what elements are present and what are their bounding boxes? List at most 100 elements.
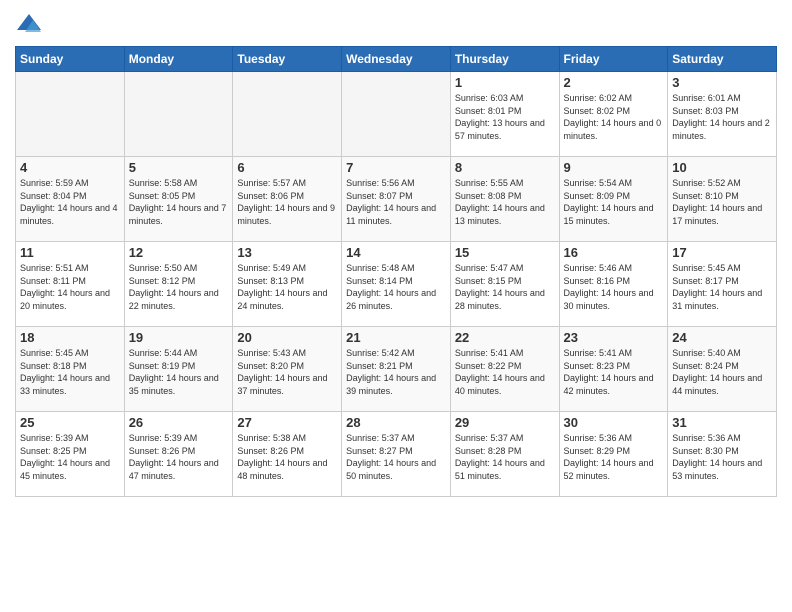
calendar-cell: 20Sunrise: 5:43 AMSunset: 8:20 PMDayligh… [233,327,342,412]
day-header-thursday: Thursday [450,47,559,72]
day-number: 23 [564,330,664,345]
day-info: Sunrise: 6:02 AMSunset: 8:02 PMDaylight:… [564,92,664,142]
calendar-cell: 12 Sunrise: 5:50 AMSunset: 8:12 PMDayligh… [124,242,233,327]
day-info: Sunrise: 5:40 AMSunset: 8:24 PMDaylight:… [672,347,772,397]
day-info: Sunrise: 5:50 AMSunset: 8:12 PMDaylight:… [129,262,229,312]
day-info: Sunrise: 5:41 AMSunset: 8:23 PMDaylight:… [564,347,664,397]
calendar-week-2: 4Sunrise: 5:59 AMSunset: 8:04 PMDaylight… [16,157,777,242]
day-number: 18 [20,330,120,345]
day-number: 22 [455,330,555,345]
calendar-cell: 18 Sunrise: 5:45 AMSunset: 8:18 PMDayligh… [16,327,125,412]
calendar-cell: 23 Sunrise: 5:41 AMSunset: 8:23 PMDayligh… [559,327,668,412]
day-info: Sunrise: 5:39 AMSunset: 8:25 PMDaylight:… [20,432,120,482]
calendar-cell [124,72,233,157]
day-header-monday: Monday [124,47,233,72]
day-number: 6 [237,160,337,175]
day-number: 30 [564,415,664,430]
day-number: 12 [129,245,229,260]
day-number: 5 [129,160,229,175]
calendar-cell: 16 Sunrise: 5:46 AMSunset: 8:16 PMDayligh… [559,242,668,327]
calendar-cell [233,72,342,157]
calendar-cell: 17 Sunrise: 5:45 AMSunset: 8:17 PMDayligh… [668,242,777,327]
day-info: Sunrise: 5:39 AMSunset: 8:26 PMDaylight:… [129,432,229,482]
calendar-cell: 22 Sunrise: 5:41 AMSunset: 8:22 PMDayligh… [450,327,559,412]
calendar-cell: 11 Sunrise: 5:51 AMSunset: 8:11 PMDayligh… [16,242,125,327]
logo [15,10,47,38]
calendar-cell: 24Sunrise: 5:40 AMSunset: 8:24 PMDayligh… [668,327,777,412]
day-header-sunday: Sunday [16,47,125,72]
day-number: 7 [346,160,446,175]
day-info: Sunrise: 5:36 AMSunset: 8:29 PMDaylight:… [564,432,664,482]
calendar-cell: 29 Sunrise: 5:37 AMSunset: 8:28 PMDayligh… [450,412,559,497]
calendar-week-1: 1Sunrise: 6:03 AMSunset: 8:01 PMDaylight… [16,72,777,157]
day-number: 16 [564,245,664,260]
calendar-cell: 31 Sunrise: 5:36 AMSunset: 8:30 PMDayligh… [668,412,777,497]
day-header-tuesday: Tuesday [233,47,342,72]
day-info: Sunrise: 5:36 AMSunset: 8:30 PMDaylight:… [672,432,772,482]
calendar-cell: 7 Sunrise: 5:56 AMSunset: 8:07 PMDaylight… [342,157,451,242]
calendar-header-row: SundayMondayTuesdayWednesdayThursdayFrid… [16,47,777,72]
calendar-cell: 27 Sunrise: 5:38 AMSunset: 8:26 PMDayligh… [233,412,342,497]
logo-icon [15,10,43,38]
day-info: Sunrise: 5:42 AMSunset: 8:21 PMDaylight:… [346,347,446,397]
day-header-friday: Friday [559,47,668,72]
day-header-wednesday: Wednesday [342,47,451,72]
calendar: SundayMondayTuesdayWednesdayThursdayFrid… [15,46,777,497]
day-number: 31 [672,415,772,430]
calendar-cell: 4Sunrise: 5:59 AMSunset: 8:04 PMDaylight… [16,157,125,242]
day-number: 21 [346,330,446,345]
day-info: Sunrise: 5:58 AMSunset: 8:05 PMDaylight:… [129,177,229,227]
calendar-cell: 6 Sunrise: 5:57 AMSunset: 8:06 PMDaylight… [233,157,342,242]
calendar-cell [16,72,125,157]
day-number: 9 [564,160,664,175]
day-number: 8 [455,160,555,175]
day-info: Sunrise: 5:56 AMSunset: 8:07 PMDaylight:… [346,177,446,227]
calendar-cell [342,72,451,157]
day-info: Sunrise: 5:59 AMSunset: 8:04 PMDaylight:… [20,177,120,227]
day-info: Sunrise: 6:01 AMSunset: 8:03 PMDaylight:… [672,92,772,142]
day-number: 17 [672,245,772,260]
day-number: 27 [237,415,337,430]
day-number: 15 [455,245,555,260]
day-info: Sunrise: 5:52 AMSunset: 8:10 PMDaylight:… [672,177,772,227]
calendar-cell: 28 Sunrise: 5:37 AMSunset: 8:27 PMDayligh… [342,412,451,497]
day-info: Sunrise: 5:45 AMSunset: 8:18 PMDaylight:… [20,347,120,397]
calendar-cell: 21 Sunrise: 5:42 AMSunset: 8:21 PMDayligh… [342,327,451,412]
calendar-cell: 13 Sunrise: 5:49 AMSunset: 8:13 PMDayligh… [233,242,342,327]
header [15,10,777,38]
calendar-cell: 30 Sunrise: 5:36 AMSunset: 8:29 PMDayligh… [559,412,668,497]
day-info: Sunrise: 5:57 AMSunset: 8:06 PMDaylight:… [237,177,337,227]
calendar-week-3: 11 Sunrise: 5:51 AMSunset: 8:11 PMDayligh… [16,242,777,327]
calendar-cell: 10Sunrise: 5:52 AMSunset: 8:10 PMDayligh… [668,157,777,242]
calendar-cell: 9 Sunrise: 5:54 AMSunset: 8:09 PMDaylight… [559,157,668,242]
calendar-week-5: 25Sunrise: 5:39 AMSunset: 8:25 PMDayligh… [16,412,777,497]
day-info: Sunrise: 5:44 AMSunset: 8:19 PMDaylight:… [129,347,229,397]
day-header-saturday: Saturday [668,47,777,72]
calendar-cell: 2Sunrise: 6:02 AMSunset: 8:02 PMDaylight… [559,72,668,157]
calendar-cell: 5 Sunrise: 5:58 AMSunset: 8:05 PMDaylight… [124,157,233,242]
calendar-body: 1Sunrise: 6:03 AMSunset: 8:01 PMDaylight… [16,72,777,497]
day-number: 29 [455,415,555,430]
day-info: Sunrise: 5:51 AMSunset: 8:11 PMDaylight:… [20,262,120,312]
day-info: Sunrise: 5:38 AMSunset: 8:26 PMDaylight:… [237,432,337,482]
day-info: Sunrise: 5:49 AMSunset: 8:13 PMDaylight:… [237,262,337,312]
day-number: 28 [346,415,446,430]
day-number: 13 [237,245,337,260]
day-info: Sunrise: 5:41 AMSunset: 8:22 PMDaylight:… [455,347,555,397]
day-info: Sunrise: 5:37 AMSunset: 8:27 PMDaylight:… [346,432,446,482]
day-number: 14 [346,245,446,260]
day-info: Sunrise: 5:45 AMSunset: 8:17 PMDaylight:… [672,262,772,312]
calendar-cell: 15Sunrise: 5:47 AMSunset: 8:15 PMDayligh… [450,242,559,327]
calendar-cell: 3Sunrise: 6:01 AMSunset: 8:03 PMDaylight… [668,72,777,157]
page: SundayMondayTuesdayWednesdayThursdayFrid… [0,0,792,612]
day-info: Sunrise: 5:55 AMSunset: 8:08 PMDaylight:… [455,177,555,227]
day-info: Sunrise: 5:54 AMSunset: 8:09 PMDaylight:… [564,177,664,227]
day-info: Sunrise: 5:46 AMSunset: 8:16 PMDaylight:… [564,262,664,312]
day-number: 11 [20,245,120,260]
calendar-week-4: 18 Sunrise: 5:45 AMSunset: 8:18 PMDayligh… [16,327,777,412]
day-number: 1 [455,75,555,90]
calendar-cell: 25Sunrise: 5:39 AMSunset: 8:25 PMDayligh… [16,412,125,497]
day-info: Sunrise: 5:43 AMSunset: 8:20 PMDaylight:… [237,347,337,397]
day-number: 26 [129,415,229,430]
day-info: Sunrise: 5:37 AMSunset: 8:28 PMDaylight:… [455,432,555,482]
